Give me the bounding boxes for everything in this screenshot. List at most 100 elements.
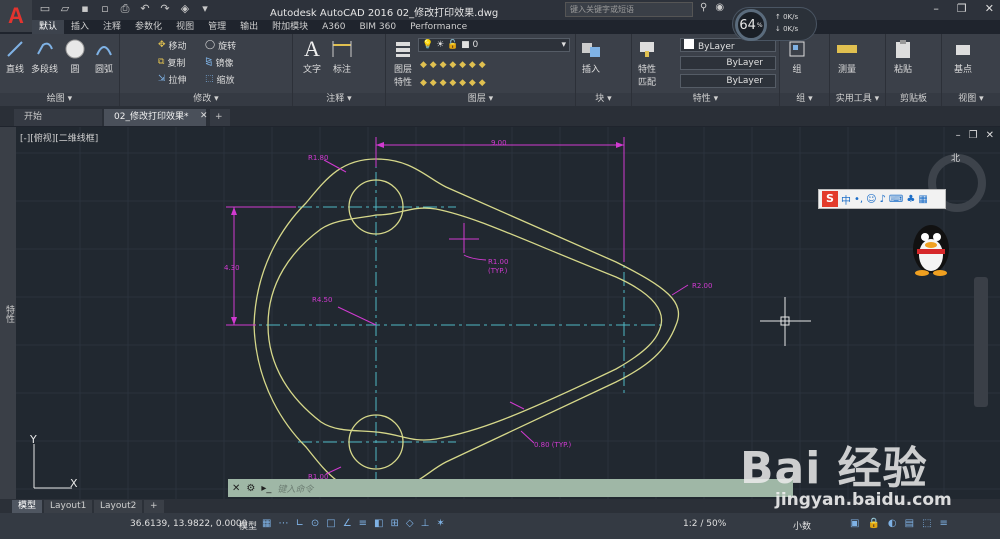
properties-panel-footer[interactable]: 特性 ▾ — [632, 93, 779, 106]
navigation-bar[interactable] — [974, 277, 988, 407]
doc-tab-start[interactable]: 开始 — [14, 109, 102, 126]
layout-tab-model[interactable]: 模型 — [12, 500, 43, 513]
model-space-toggle[interactable]: 模型 — [239, 519, 257, 532]
layer-dropdown[interactable]: 💡 ☀ 🔓 ■ 0 ▾ — [418, 38, 570, 52]
layout-tab-layout2[interactable]: Layout2 — [94, 500, 143, 513]
qq-penguin-icon[interactable] — [908, 217, 954, 277]
ime-toolbar[interactable]: S 中 •, ☺ ♪ ⌨ ♣ ▦ — [818, 189, 946, 209]
arc-tool[interactable]: 圆弧 — [93, 38, 115, 75]
line-tool[interactable]: 直线 — [4, 38, 26, 75]
layers-panel-footer[interactable]: 图层 ▾ — [386, 93, 575, 106]
keyboard-icon[interactable]: ⌨ — [889, 194, 903, 205]
coordinate-readout[interactable]: 36.6139, 13.9822, 0.0000 — [130, 519, 247, 529]
restore-button[interactable]: ❐ — [957, 2, 967, 15]
hardware-acceleration-icon[interactable]: ▤ — [905, 518, 914, 529]
ribbon-tab-annotate[interactable]: 注释 — [96, 20, 128, 34]
isolate-objects-icon[interactable]: ◐ — [888, 518, 897, 529]
ribbon-tab-insert[interactable]: 插入 — [64, 20, 96, 34]
ribbon-tab-parametric[interactable]: 参数化 — [128, 20, 169, 34]
viewport-restore-icon[interactable]: ❐ — [969, 130, 978, 141]
linetype-dropdown[interactable]: ByLayer — [680, 56, 776, 70]
text-tool[interactable]: A 文字 — [301, 36, 323, 75]
dimension-tool[interactable]: 标注 — [331, 38, 353, 75]
ribbon-tab-a360[interactable]: A360 — [315, 20, 352, 34]
share-icon[interactable]: ◈ — [178, 2, 192, 16]
otrack-icon[interactable]: ∠ — [343, 518, 352, 529]
ribbon-tab-home[interactable]: 默认 — [32, 20, 65, 34]
command-input[interactable]: 键入命令 — [277, 482, 313, 495]
osnap-icon[interactable]: □ — [326, 518, 335, 529]
application-menu-button[interactable]: A — [0, 0, 32, 32]
grid-icon[interactable]: ▦ — [262, 518, 271, 529]
polyline-tool[interactable]: 多段线 — [31, 38, 58, 75]
quick-properties-icon[interactable]: ▣ — [850, 518, 859, 529]
move-tool[interactable]: ✥ 移动 — [158, 36, 187, 54]
ribbon-tab-output[interactable]: 输出 — [233, 20, 265, 34]
annotation-panel-footer[interactable]: 注释 ▾ — [293, 93, 385, 106]
save-as-icon[interactable]: ▫ — [98, 2, 112, 16]
draw-panel-footer[interactable]: 绘图 ▾ — [0, 93, 119, 106]
view-panel-footer[interactable]: 视图 ▾ — [942, 93, 1000, 106]
layer-properties-tool[interactable]: 图层 特性 — [392, 38, 414, 88]
lineweight-icon[interactable]: ≡ — [359, 518, 367, 529]
ribbon-tab-bim360[interactable]: BIM 360 — [352, 20, 403, 34]
paste-tool[interactable]: 粘贴 — [892, 38, 914, 75]
command-line[interactable]: ✕ ⚙ ▸_ 键入命令 — [228, 479, 793, 497]
binoculars-icon[interactable]: ⚲ — [700, 2, 707, 13]
save-icon[interactable]: ▪ — [78, 2, 92, 16]
ribbon-tab-manage[interactable]: 管理 — [201, 20, 233, 34]
viewport-minimize-icon[interactable]: – — [956, 130, 961, 141]
ime-mode-toggle[interactable]: 中 — [841, 192, 851, 207]
block-panel-footer[interactable]: 块 ▾ — [576, 93, 631, 106]
close-button[interactable]: ✕ — [985, 2, 994, 15]
base-point-tool[interactable]: 基点 — [952, 38, 974, 75]
properties-palette-strip[interactable]: 特性 — [0, 127, 16, 499]
new-layout-button[interactable]: + — [144, 500, 164, 513]
skin-icon[interactable]: ♣ — [906, 194, 915, 205]
rotate-tool[interactable]: ◯ 旋转 — [205, 36, 236, 54]
group-tool[interactable]: 组 — [786, 38, 808, 75]
selection-cycling-icon[interactable]: ⊞ — [391, 518, 399, 529]
open-file-icon[interactable]: ▱ — [58, 2, 72, 16]
3d-osnap-icon[interactable]: ◇ — [406, 518, 414, 529]
customize-icon[interactable]: ≡ — [940, 518, 948, 529]
groups-panel-footer[interactable]: 组 ▾ — [780, 93, 829, 106]
network-speed-widget[interactable]: 64% ↑ 0K/s ↓ 0K/s — [732, 7, 817, 41]
ribbon-tab-addins[interactable]: 附加模块 — [265, 20, 315, 34]
measure-tool[interactable]: 测量 — [836, 38, 858, 75]
new-file-icon[interactable]: ▭ — [38, 2, 52, 16]
clean-screen-icon[interactable]: ⬚ — [922, 518, 931, 529]
dynamic-ucs-icon[interactable]: ⊥ — [421, 518, 430, 529]
annotation-scale[interactable]: 1:2 / 50% — [683, 519, 726, 529]
layer-tools-row-2[interactable]: ◆ ◆ ◆ ◆ ◆ ◆ ◆ — [420, 74, 486, 92]
scale-tool[interactable]: ⬚ 缩放 — [205, 70, 235, 88]
modify-panel-footer[interactable]: 修改 ▾ — [120, 93, 292, 106]
redo-icon[interactable]: ↷ — [158, 2, 172, 16]
emoji-icon[interactable]: ☺ — [866, 194, 876, 205]
layout-tab-layout1[interactable]: Layout1 — [44, 500, 93, 513]
command-settings-icon[interactable]: ⚙ — [246, 483, 255, 494]
user-icon[interactable]: ◉ — [715, 2, 724, 13]
microphone-icon[interactable]: ♪ — [880, 194, 886, 205]
utilities-panel-footer[interactable]: 实用工具 ▾ — [830, 93, 885, 106]
copy-tool[interactable]: ⧉ 复制 — [158, 53, 185, 71]
viewport-controls-label[interactable]: [-][俯视][二维线框] — [20, 131, 98, 144]
ribbon-tab-view[interactable]: 视图 — [169, 20, 201, 34]
lineweight-dropdown[interactable]: ByLayer — [680, 74, 776, 88]
undo-icon[interactable]: ↶ — [138, 2, 152, 16]
match-properties-tool[interactable]: 特性 匹配 — [636, 38, 658, 88]
stretch-tool[interactable]: ⇲ 拉伸 — [158, 70, 187, 88]
mirror-tool[interactable]: ⧎ 镜像 — [205, 53, 234, 71]
command-close-icon[interactable]: ✕ — [232, 483, 240, 494]
annotation-visibility-icon[interactable]: ✶ — [436, 518, 444, 529]
doc-tab-active[interactable]: 02_修改打印效果* — [104, 109, 206, 126]
clipboard-panel-footer[interactable]: 剪贴板 — [886, 93, 941, 106]
ribbon-tab-performance[interactable]: Performance — [403, 20, 474, 34]
snap-icon[interactable]: ⋯ — [278, 518, 288, 529]
polar-icon[interactable]: ⊙ — [311, 518, 319, 529]
insert-tool[interactable]: 插入 — [580, 38, 602, 75]
units-selector[interactable]: 小数 — [793, 519, 811, 532]
sogou-logo-icon[interactable]: S — [822, 191, 838, 207]
close-tab-icon[interactable]: ✕ — [200, 111, 208, 121]
tools-icon[interactable]: ▦ — [918, 194, 927, 205]
